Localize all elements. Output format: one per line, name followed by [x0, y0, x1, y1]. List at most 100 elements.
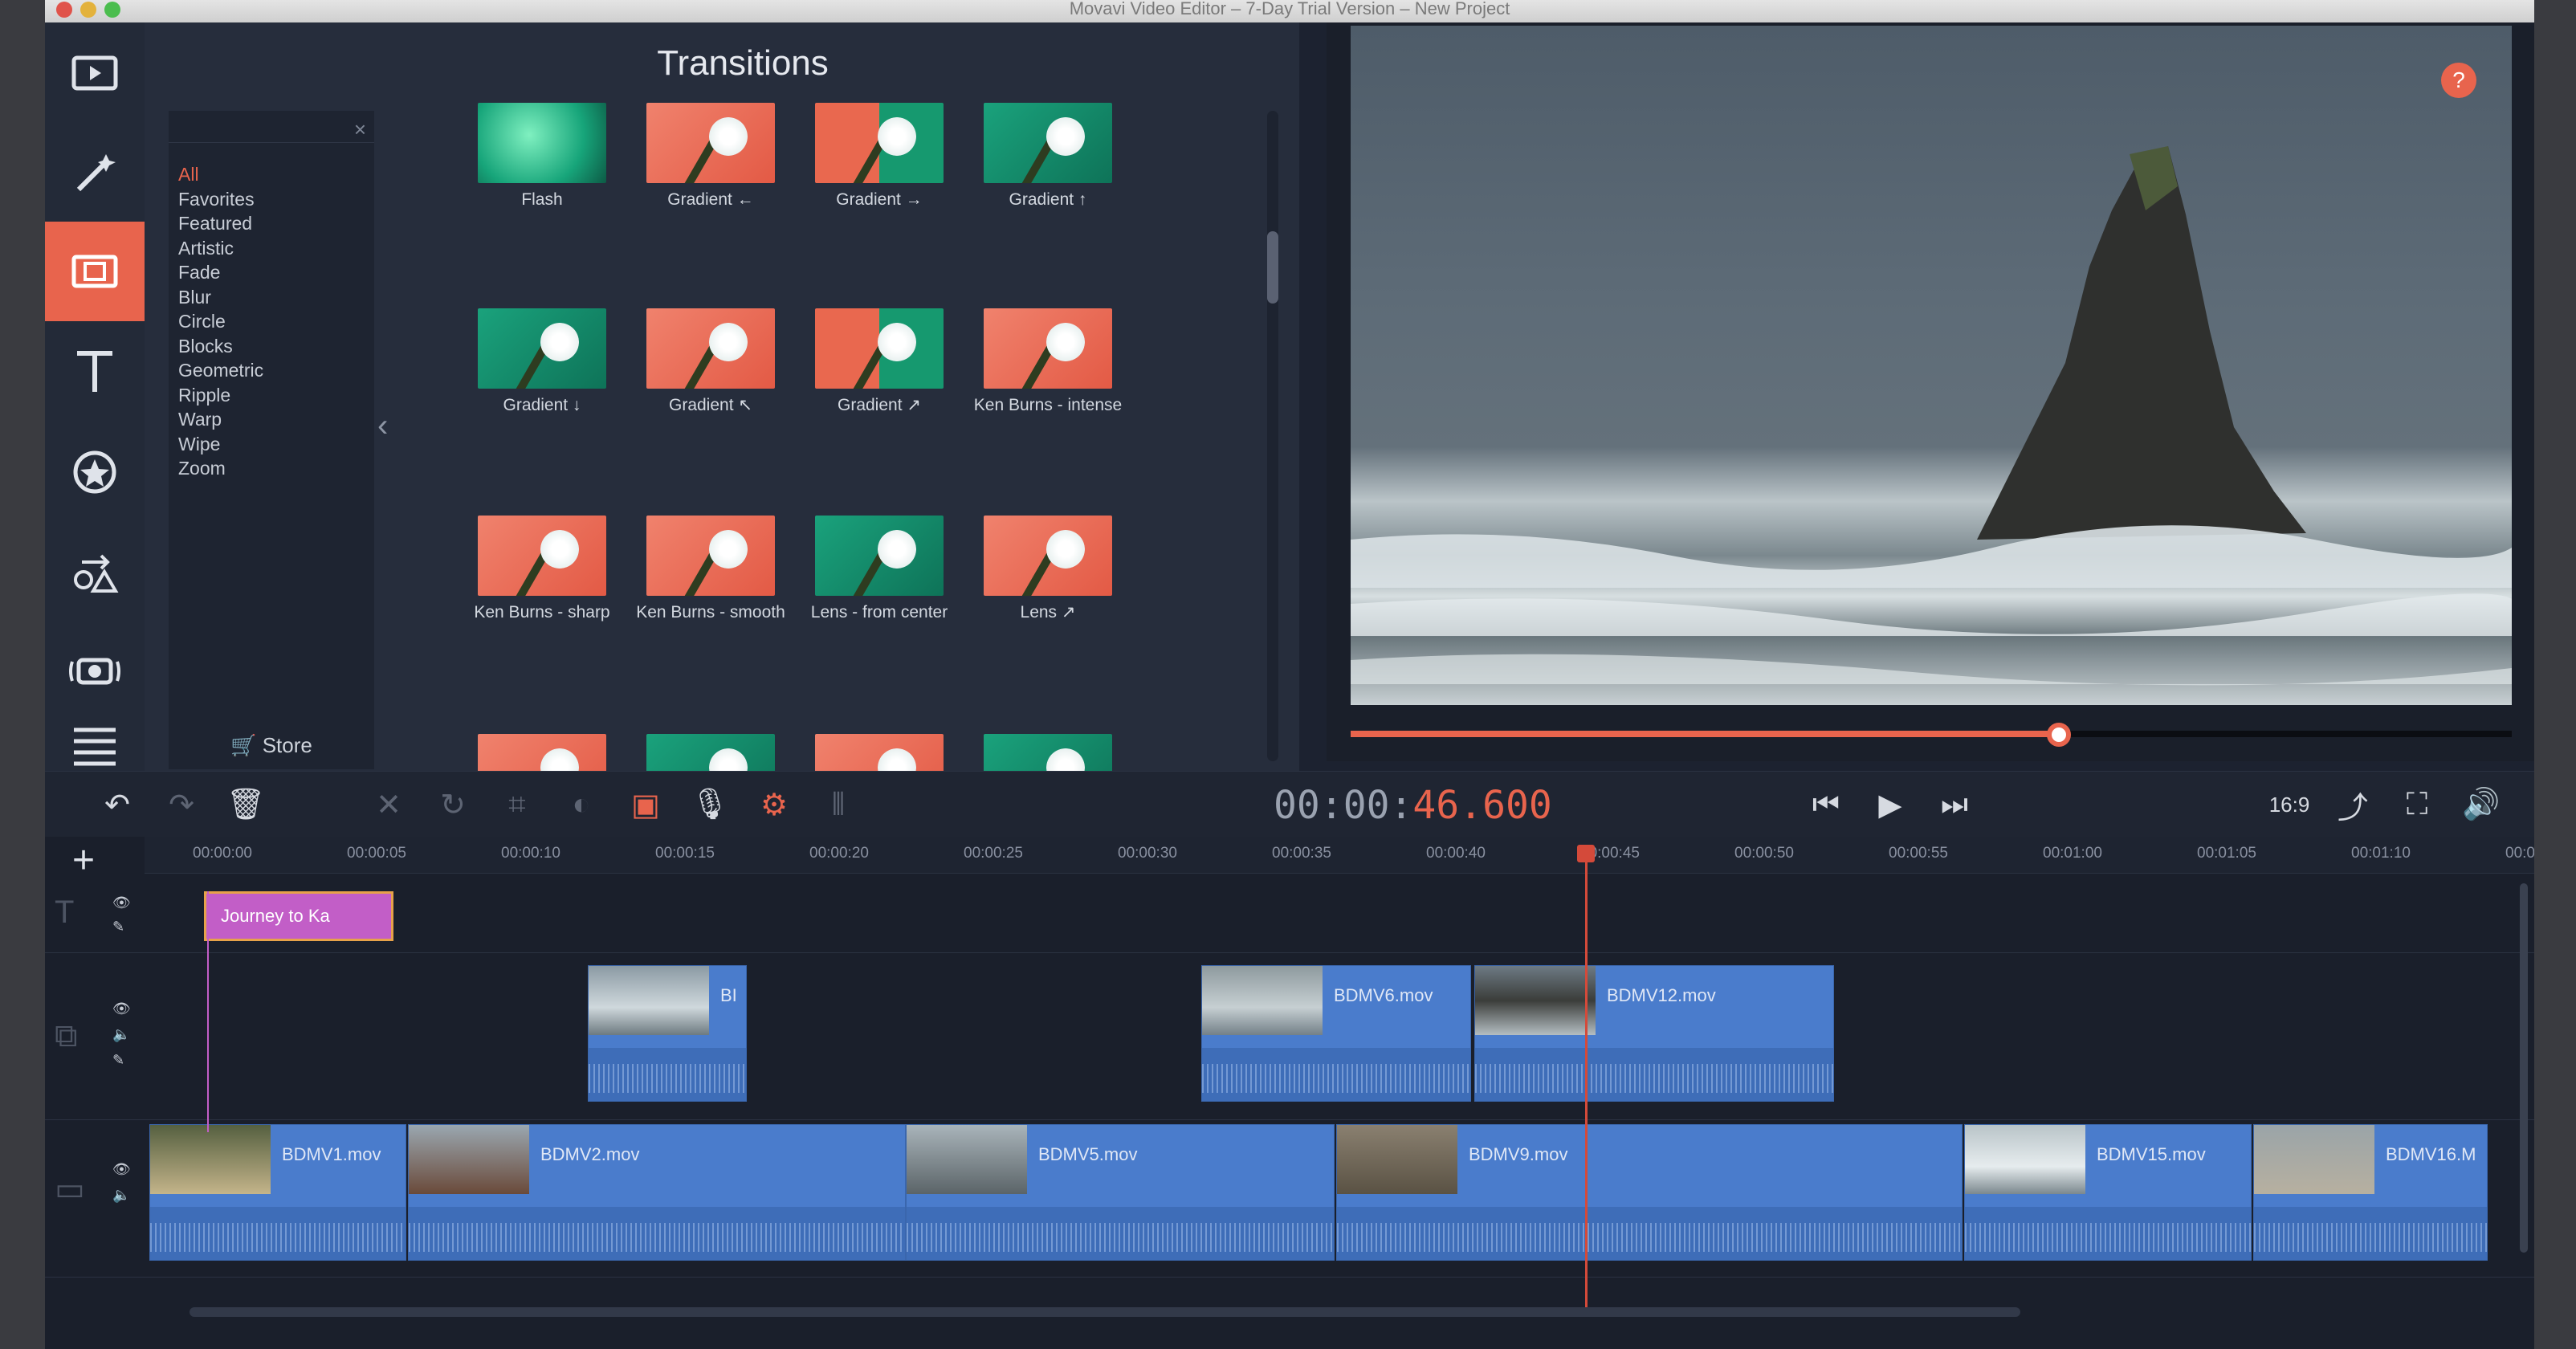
play-icon[interactable]: ▶	[1868, 781, 1913, 828]
pencil-icon[interactable]: ✎	[112, 919, 124, 935]
category-item[interactable]: Featured	[178, 211, 263, 236]
rotate-icon[interactable]: ↻	[430, 781, 475, 828]
category-item[interactable]: Blocks	[178, 334, 263, 359]
transition-tile[interactable]	[630, 734, 791, 773]
video-clip[interactable]: BDMV1.mov	[149, 1124, 406, 1261]
close-window-button[interactable]	[56, 2, 72, 18]
clip-name: BI	[720, 985, 737, 1005]
filters-button[interactable]	[45, 122, 145, 222]
playhead-handle[interactable]	[1577, 845, 1595, 862]
eye-icon[interactable]: 👁	[112, 895, 131, 911]
video-clip[interactable]: BDMV2.mov	[408, 1124, 906, 1261]
stickers-button[interactable]	[45, 421, 145, 520]
delete-icon[interactable]: 🗑	[223, 781, 268, 828]
next-frame-icon[interactable]: ⏭	[1932, 781, 1977, 828]
transition-tile[interactable]	[968, 734, 1128, 773]
transitions-button[interactable]	[45, 222, 145, 321]
eye-icon[interactable]: 👁	[112, 1001, 131, 1017]
playhead[interactable]	[1585, 845, 1588, 1310]
clip-name: BDMV5.mov	[1038, 1144, 1138, 1164]
timeline[interactable]: + 00:00:00 00:00:05 00:00:10 00:00:15 00:00:…	[45, 837, 2534, 1349]
help-button[interactable]: ?	[2441, 63, 2476, 98]
flower-graphic	[878, 530, 916, 569]
video-clip[interactable]: BDMV6.mov	[1201, 965, 1471, 1102]
transition-tile[interactable]: Ken Burns - intense	[968, 308, 1128, 416]
category-item[interactable]: Artistic	[178, 236, 263, 261]
add-track-icon[interactable]: +	[72, 838, 95, 882]
equalizer-icon[interactable]: ⦀	[816, 781, 861, 828]
transition-tile[interactable]: Lens - from center	[799, 516, 960, 623]
cut-icon[interactable]: ✕	[366, 781, 411, 828]
video-clip[interactable]: BDMV12.mov	[1474, 965, 1834, 1102]
transition-tile[interactable]: Flash	[462, 103, 622, 210]
audio-waveform	[907, 1207, 1334, 1260]
color-adjust-icon[interactable]: ◐	[559, 781, 604, 828]
clip-properties-icon[interactable]: ▣	[623, 781, 668, 828]
titles-button[interactable]	[45, 321, 145, 421]
video-clip[interactable]: BI	[588, 965, 747, 1102]
transition-tile[interactable]: Gradient ←	[630, 103, 791, 210]
category-item[interactable]: Ripple	[178, 383, 263, 408]
grid-scroll-thumb[interactable]	[1267, 231, 1278, 304]
redo-icon[interactable]: ↷	[159, 781, 204, 828]
transition-tile[interactable]: Gradient ↑	[968, 103, 1128, 210]
category-item[interactable]: Warp	[178, 407, 263, 432]
aspect-ratio-button[interactable]: 16:9	[2261, 781, 2317, 828]
category-item[interactable]: Blur	[178, 285, 263, 310]
video-clip[interactable]: BDMV9.mov	[1336, 1124, 1963, 1261]
audio-waveform	[1965, 1207, 2251, 1260]
clear-search-icon[interactable]: ×	[354, 117, 366, 142]
fullscreen-icon[interactable]: ⛶	[2395, 781, 2439, 828]
import-media-button[interactable]	[45, 22, 145, 122]
transition-tile[interactable]: Gradient ↓	[462, 308, 622, 416]
category-item[interactable]: Circle	[178, 309, 263, 334]
store-button[interactable]: 🛒 Store	[169, 721, 374, 769]
collapse-chevron-icon[interactable]: ‹	[377, 408, 388, 444]
transition-tile[interactable]: Gradient ↖	[630, 308, 791, 416]
video-clip[interactable]: BDMV5.mov	[906, 1124, 1335, 1261]
settings-gear-icon[interactable]: ⚙	[752, 781, 797, 828]
transition-tile[interactable]: Gradient →	[799, 103, 960, 210]
category-item[interactable]: All	[178, 162, 263, 187]
category-search-field[interactable]	[169, 111, 374, 143]
microphone-icon[interactable]: 🎙	[687, 781, 732, 828]
transition-tile[interactable]: Ken Burns - sharp	[462, 516, 622, 623]
grid-scrollbar[interactable]	[1267, 111, 1278, 761]
category-item[interactable]: Fade	[178, 260, 263, 285]
eye-icon[interactable]: 👁	[112, 1161, 131, 1178]
callouts-button[interactable]	[45, 520, 145, 620]
category-item[interactable]: Geometric	[178, 358, 263, 383]
crop-icon[interactable]: ⌗	[495, 781, 540, 828]
timeline-vertical-scrollbar[interactable]	[2520, 883, 2528, 1253]
category-item[interactable]: Favorites	[178, 187, 263, 212]
pencil-icon[interactable]: ✎	[112, 1052, 124, 1069]
ruler-tick-label: 00:00:40	[1426, 845, 1486, 862]
more-tools-button[interactable]	[45, 719, 145, 772]
transition-tile[interactable]: Gradient ↗	[799, 308, 960, 416]
time-ruler[interactable]: 00:00:00 00:00:05 00:00:10 00:00:15 00:00:20…	[145, 837, 2534, 874]
video-clip[interactable]: BDMV15.mov	[1964, 1124, 2252, 1261]
minimize-window-button[interactable]	[80, 2, 96, 18]
volume-icon[interactable]: 🔊	[2459, 781, 2504, 828]
video-preview[interactable]: ?	[1351, 26, 2512, 705]
list-icon	[74, 727, 116, 766]
speaker-icon[interactable]: 🔈	[112, 1026, 130, 1043]
video-clip[interactable]: BDMV16.M	[2253, 1124, 2488, 1261]
category-item[interactable]: Wipe	[178, 432, 263, 457]
transition-tile[interactable]: Ken Burns - smooth	[630, 516, 791, 623]
seek-handle[interactable]	[2047, 723, 2072, 747]
speaker-icon[interactable]: 🔈	[112, 1187, 130, 1204]
undo-icon[interactable]: ↶	[95, 781, 140, 828]
audio-waveform	[1475, 1048, 1833, 1101]
category-item[interactable]: Zoom	[178, 456, 263, 481]
detach-preview-icon[interactable]: ⤴	[2330, 781, 2375, 828]
timeline-horizontal-scrollbar[interactable]	[190, 1307, 2020, 1317]
transition-tile[interactable]: Lens ↗	[968, 516, 1128, 623]
previous-frame-icon[interactable]: ⏮	[1804, 781, 1848, 828]
record-video-button[interactable]	[45, 620, 145, 719]
seek-bar[interactable]	[1351, 723, 2512, 747]
zoom-window-button[interactable]	[104, 2, 120, 18]
transition-tile[interactable]	[462, 734, 622, 773]
title-clip[interactable]: Journey to Ka	[204, 891, 393, 941]
transition-tile[interactable]	[799, 734, 960, 773]
